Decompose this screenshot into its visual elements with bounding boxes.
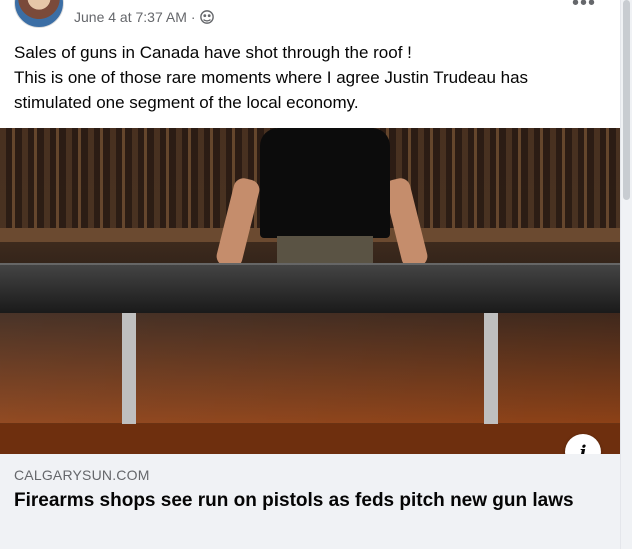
link-preview[interactable]: CALGARYSUN.COM Firearms shops see run on… [0,454,620,549]
scrollbar-thumb[interactable] [623,0,630,200]
more-options-icon[interactable]: ••• [572,0,596,15]
link-domain: CALGARYSUN.COM [14,467,150,483]
post-text-line: This is one of those rare moments where … [14,68,529,112]
link-preview-image[interactable] [0,128,620,454]
display-case [0,313,620,423]
public-globe-icon[interactable] [199,10,214,24]
facebook-post: June 4 at 7:37 AM · ••• Sales of guns in… [0,0,620,549]
scrollbar[interactable] [620,0,632,549]
post-timestamp[interactable]: June 4 at 7:37 AM [74,9,187,25]
floor [0,424,620,454]
glass-counter-top [0,263,620,313]
link-headline[interactable]: Firearms shops see run on pistols as fed… [14,488,574,513]
black-shirt [260,128,390,238]
meta-separator: · [190,9,196,25]
author-avatar[interactable] [14,0,64,28]
post-header: June 4 at 7:37 AM · ••• [0,0,620,34]
post-meta: June 4 at 7:37 AM · [74,9,214,25]
post-text-line: Sales of guns in Canada have shot throug… [14,43,412,62]
post-text: Sales of guns in Canada have shot throug… [14,40,604,115]
shop-owner-figure [214,128,430,270]
